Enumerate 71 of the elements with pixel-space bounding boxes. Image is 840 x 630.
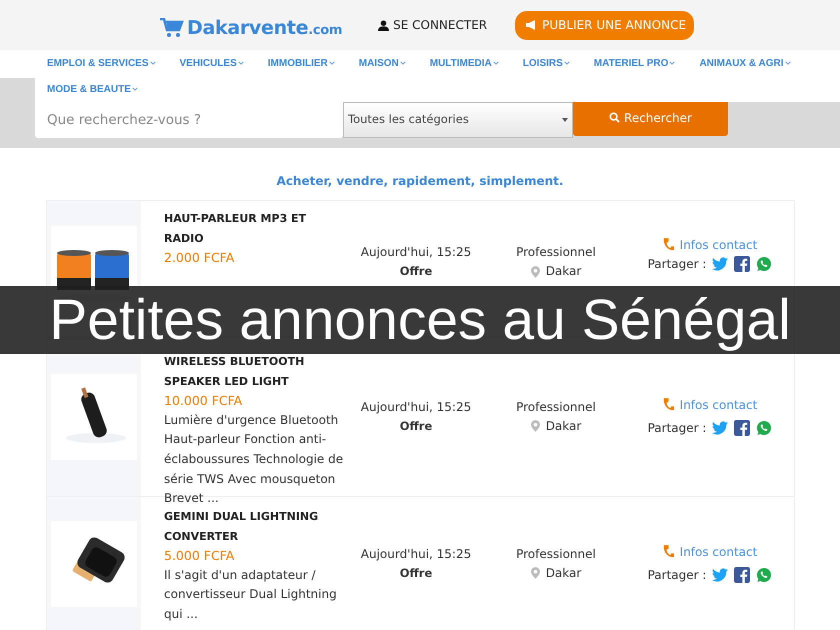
- facebook-icon[interactable]: [734, 420, 750, 436]
- listing-date: Aujourd'hui, 15:25: [360, 546, 472, 563]
- nav-menu-item[interactable]: LOISIRS: [522, 50, 570, 76]
- seller-type: Professionnel: [516, 244, 596, 261]
- caret-icon: [150, 61, 156, 65]
- caret-icon: [238, 61, 244, 65]
- listing-description: Lumière d'urgence Bluetooth Haut-parleur Fonction anti-éclaboussures Technologie de série TWS Avec mousqueton Brevet ...: [164, 412, 344, 508]
- nav-menu-item[interactable]: ANIMAUX & AGRI: [699, 50, 791, 76]
- caret-icon: [400, 61, 406, 65]
- listing-type: Offre: [400, 564, 432, 582]
- listing-title[interactable]: WIRELESS BLUETOOTH SPEAKER LED LIGHT: [164, 352, 346, 392]
- whatsapp-icon[interactable]: [756, 567, 772, 584]
- phone-icon: [662, 544, 674, 560]
- nav-menu-item[interactable]: MULTIMEDIA: [430, 50, 499, 76]
- twitter-icon[interactable]: [712, 420, 728, 436]
- listing-location: Dakar: [546, 418, 582, 434]
- caret-icon: [492, 61, 499, 65]
- tagline: Acheter, vendre, rapidement, simplement.: [276, 174, 564, 188]
- nav-menu-item[interactable]: VEHICULES: [180, 50, 244, 76]
- facebook-icon[interactable]: [734, 567, 750, 584]
- location-pin-icon: [530, 567, 540, 580]
- phone-icon: [662, 237, 674, 252]
- nav-menu-item[interactable]: MODE & BEAUTE: [47, 76, 138, 102]
- nav-menu-item[interactable]: MATERIEL PRO: [594, 50, 676, 76]
- listing-date: Aujourd'hui, 15:25: [360, 398, 472, 416]
- twitter-icon[interactable]: [712, 567, 728, 584]
- caret-icon: [132, 87, 138, 91]
- listing-price: 2.000 FCFA: [164, 249, 236, 268]
- search-button[interactable]: Rechercher: [573, 102, 728, 136]
- nav-menu-item[interactable]: MAISON: [358, 50, 406, 76]
- location-pin-icon: [530, 420, 540, 432]
- listing-type: Offre: [400, 418, 432, 434]
- listing-price: 5.000 FCFA: [164, 547, 236, 566]
- caret-icon: [669, 61, 676, 65]
- listing-title[interactable]: HAUT-PARLEUR MP3 ET RADIO: [164, 209, 346, 248]
- site-logo[interactable]: Dakarvente.com: [187, 17, 342, 39]
- listing-price: 10.000 FCFA: [164, 392, 244, 410]
- share-label: Partager :: [648, 568, 706, 582]
- listing-date: Aujourd'hui, 15:25: [360, 244, 472, 261]
- contact-link[interactable]: Infos contact: [680, 238, 758, 252]
- publish-button[interactable]: PUBLIER UNE ANNONCE: [515, 10, 694, 40]
- search-field[interactable]: Que recherchez-vous ?: [35, 102, 343, 138]
- seller-type: Professionnel: [516, 398, 596, 416]
- contact-link[interactable]: Infos contact: [680, 398, 758, 412]
- login-link[interactable]: SE CONNECTER: [378, 18, 488, 32]
- caret-icon: [784, 61, 791, 65]
- phone-icon: [662, 397, 674, 412]
- whatsapp-icon[interactable]: [756, 420, 772, 436]
- contact-link[interactable]: Infos contact: [680, 544, 758, 559]
- category-dropdown[interactable]: Toutes les catégories: [343, 102, 573, 138]
- facebook-icon[interactable]: [734, 256, 750, 272]
- listing-title[interactable]: GEMINI DUAL LIGHTNING CONVERTER: [164, 507, 346, 546]
- nav-menu-item[interactable]: EMPLOI & SERVICES: [47, 50, 156, 76]
- listing-description: Il s'agit d'un adaptateur / convertisseur Dual Lightning qui ...: [164, 566, 338, 623]
- nav-menu-item[interactable]: IMMOBILIER: [268, 50, 335, 76]
- caret-icon: [328, 61, 335, 65]
- share-label: Partager :: [648, 421, 706, 435]
- search-icon: [609, 112, 620, 123]
- caret-icon: [564, 61, 570, 65]
- listing-location: Dakar: [546, 263, 582, 280]
- cart-icon: [160, 18, 184, 38]
- user-icon: [378, 20, 390, 30]
- megaphone-icon: [525, 19, 538, 31]
- listing-location: Dakar: [546, 564, 582, 582]
- caption-banner: Petites annonces au Sénégal: [0, 286, 840, 354]
- twitter-icon[interactable]: [712, 256, 728, 272]
- seller-type: Professionnel: [516, 546, 596, 563]
- listing-type: Offre: [400, 263, 432, 280]
- location-pin-icon: [530, 266, 540, 278]
- whatsapp-icon[interactable]: [756, 256, 772, 272]
- share-label: Partager :: [648, 257, 706, 271]
